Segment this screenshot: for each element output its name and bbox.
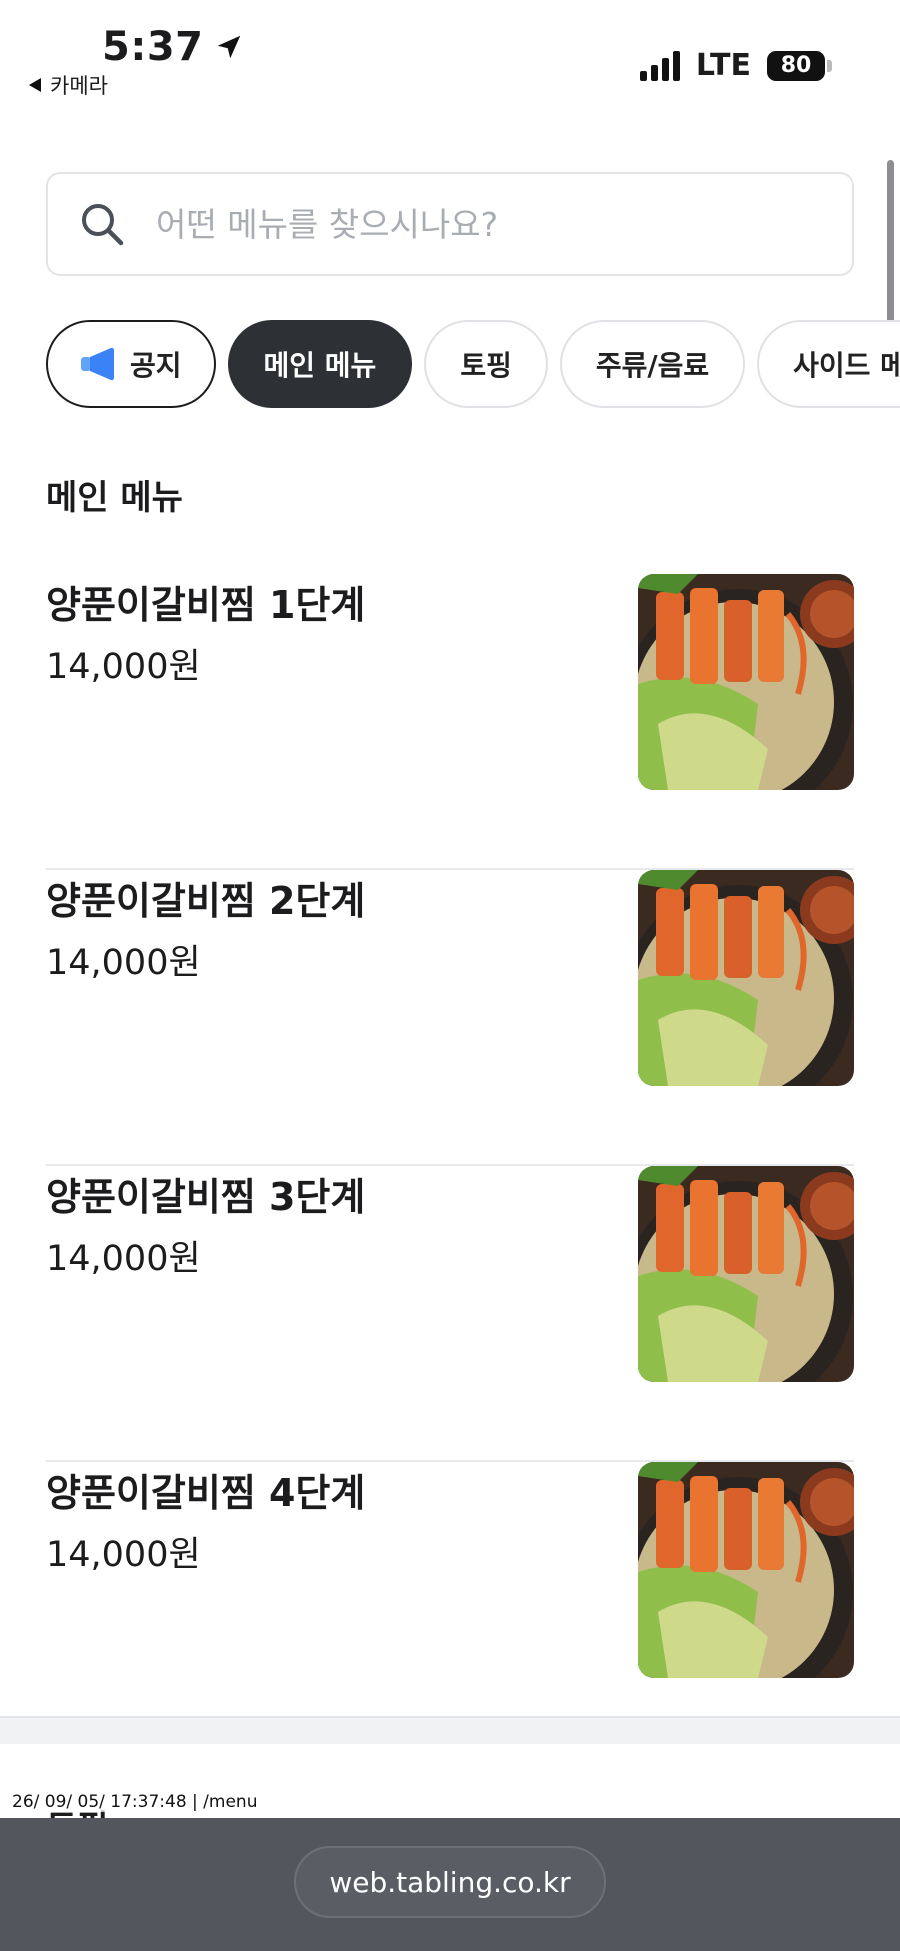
menu-item-photo[interactable]: [638, 1462, 854, 1678]
search-icon: [82, 204, 124, 246]
menu-item-price: 14,000원: [46, 647, 201, 687]
megaphone-icon: [81, 347, 114, 381]
status-back-label: 카메라: [50, 74, 108, 98]
tab-side-menu-label: 사이드 메뉴: [793, 349, 900, 382]
menu-item-price: 14,000원: [46, 1535, 201, 1575]
tab-notice-label: 공지: [130, 349, 182, 382]
menu-item-2[interactable]: 양푼이갈비찜 2단계 14,000원: [46, 870, 854, 1166]
menu-item-photo[interactable]: [638, 574, 854, 790]
status-indicators: LTE 80: [639, 48, 832, 83]
tab-topping[interactable]: 토핑: [424, 320, 548, 408]
location-arrow-icon: [217, 35, 240, 59]
tab-main-menu-label: 메인 메뉴: [263, 349, 377, 382]
menu-item-photo[interactable]: [638, 870, 854, 1086]
section-divider: [0, 1716, 900, 1744]
menu-item-name: 양푼이갈비찜 3단계: [46, 1175, 366, 1219]
menu-item-name: 양푼이갈비찜 2단계: [46, 879, 366, 923]
tab-main-menu[interactable]: 메인 메뉴: [227, 320, 413, 408]
network-type: LTE: [695, 48, 751, 83]
tab-drinks-label: 주류/음료: [595, 349, 710, 382]
battery-icon: 80: [767, 50, 832, 81]
battery-level: 80: [767, 50, 825, 81]
status-time-text: 5:37: [102, 24, 204, 70]
status-back-link[interactable]: 카메라: [28, 70, 108, 100]
menu-item-price: 14,000원: [46, 943, 201, 983]
menu-item-3[interactable]: 양푼이갈비찜 3단계 14,000원: [46, 1166, 854, 1462]
menu-item-photo[interactable]: [638, 1166, 854, 1382]
menu-item-1[interactable]: 양푼이갈비찜 1단계 14,000원: [46, 574, 854, 870]
search-box[interactable]: [46, 172, 854, 276]
menu-item-price: 14,000원: [46, 1239, 201, 1279]
section-title: 메인 메뉴: [46, 478, 183, 518]
search-input[interactable]: [156, 204, 852, 244]
menu-item-name: 양푼이갈비찜 1단계: [46, 583, 366, 627]
capture-timestamp: 26/ 09/ 05/ 17:37:48 | /menu: [10, 1792, 260, 1812]
menu-item-name: 양푼이갈비찜 4단계: [46, 1471, 366, 1515]
category-tabs: 공지 메인 메뉴 토핑 주류/음료 사이드 메뉴: [46, 320, 900, 408]
status-time: 5:37: [102, 24, 244, 70]
signal-icon: [639, 50, 680, 81]
address-bar-url: web.tabling.co.kr: [329, 1865, 571, 1899]
address-bar[interactable]: web.tabling.co.kr: [294, 1846, 606, 1918]
back-triangle-icon: [29, 78, 41, 92]
menu-item-4[interactable]: 양푼이갈비찜 4단계 14,000원: [46, 1462, 854, 1758]
tab-side-menu[interactable]: 사이드 메뉴: [757, 320, 900, 408]
tab-drinks[interactable]: 주류/음료: [559, 320, 746, 408]
browser-bottom-bar: web.tabling.co.kr: [0, 1818, 900, 1951]
tab-notice[interactable]: 공지: [46, 320, 216, 408]
menu-page: 5:37 카메라 LTE 80 어떤 메뉴를 찾으시나요? 공지 메인 메뉴 토…: [0, 0, 900, 1951]
tab-topping-label: 토핑: [460, 349, 512, 382]
